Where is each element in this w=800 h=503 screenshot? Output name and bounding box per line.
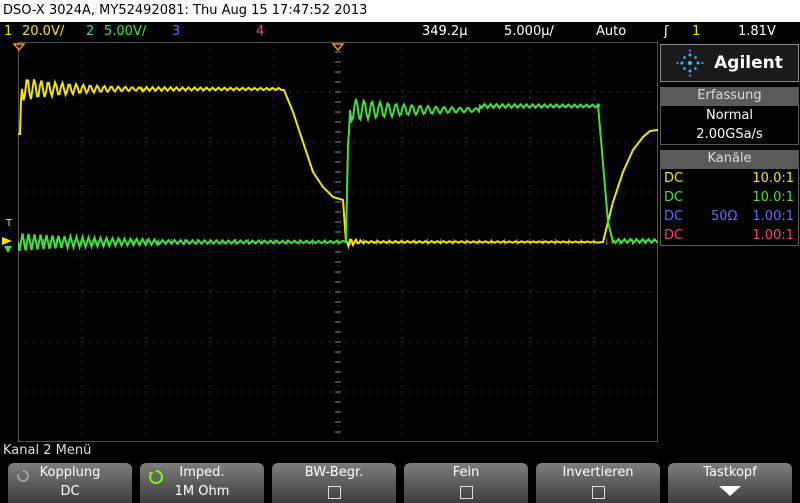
- softkey-label: Fein: [452, 465, 480, 480]
- brand-name: Agilent: [714, 53, 783, 73]
- brand-logo: Agilent: [660, 44, 799, 82]
- window-title: DSO-X 3024A, MY52492081: Thu Aug 15 17:4…: [0, 0, 800, 22]
- acquisition-panel: Normal 2.00GSa/s: [660, 105, 799, 145]
- channel-coupling: DC: [664, 228, 684, 243]
- status-bar: 1 20.0V/ 2 5.00V/ 3 4 349.2µ 5.000µ/ Aut…: [0, 22, 800, 42]
- ch4-number[interactable]: 4: [256, 22, 264, 42]
- sample-rate: 2.00GSa/s: [696, 127, 763, 142]
- ch2-number[interactable]: 2: [86, 22, 94, 42]
- softkey-label: Invertieren: [562, 465, 634, 480]
- ch2-ground-marker-icon: [4, 246, 12, 253]
- channels-header: Kanäle: [660, 150, 799, 168]
- acquisition-header: Erfassung: [660, 87, 799, 105]
- fine-softkey[interactable]: Fein: [404, 463, 528, 503]
- ch1-number[interactable]: 1: [4, 22, 12, 42]
- channel-probe: 1.00:1: [752, 228, 794, 243]
- menu-title: Kanal 2 Menü: [3, 443, 92, 458]
- softkey-label: Tastkopf: [703, 465, 757, 480]
- ch3-number[interactable]: 3: [172, 22, 180, 42]
- channel-row-1: DC 10.0:1: [661, 169, 798, 188]
- channel-row-4: DC 1.00:1: [661, 226, 798, 245]
- softkey-bar: Kopplung DC Imped. 1M Ohm BW-Begr. Fein …: [0, 461, 800, 503]
- knob-rotate-icon: [17, 470, 29, 482]
- channels-panel: DC 10.0:1 DC 10.0:1 DC 50Ω 1.00:1 DC 1.0…: [660, 168, 799, 246]
- impedance-softkey[interactable]: Imped. 1M Ohm: [140, 463, 264, 503]
- trigger-level-marker-icon: T: [5, 218, 13, 229]
- trigger-level[interactable]: 1.81V: [738, 22, 776, 42]
- channel-row-2: DC 10.0:1: [661, 188, 798, 207]
- probe-softkey[interactable]: Tastkopf: [668, 463, 792, 503]
- bandwidth-limit-softkey[interactable]: BW-Begr.: [272, 463, 396, 503]
- invert-checkbox[interactable]: [591, 486, 605, 499]
- ch1-scale[interactable]: 20.0V/: [22, 22, 64, 42]
- agilent-spark-icon: [676, 49, 704, 77]
- channel-coupling: DC: [664, 190, 684, 205]
- channel-row-3: DC 50Ω 1.00:1: [661, 207, 798, 226]
- channel-coupling: DC: [664, 209, 684, 224]
- softkey-value: 1M Ohm: [174, 484, 230, 499]
- softkey-label: BW-Begr.: [304, 465, 364, 480]
- invert-softkey[interactable]: Invertieren: [536, 463, 660, 503]
- trigger-edge-icon: ʃ: [664, 24, 669, 39]
- trigger-source[interactable]: 1: [692, 22, 700, 42]
- ch2-scale[interactable]: 5.00V/: [104, 22, 146, 42]
- time-delay[interactable]: 349.2µ: [422, 22, 468, 42]
- channel-probe: 1.00:1: [752, 209, 794, 224]
- time-scale[interactable]: 5.000µ/: [504, 22, 554, 42]
- coupling-softkey[interactable]: Kopplung DC: [8, 463, 132, 503]
- bandwidth-limit-checkbox[interactable]: [327, 486, 341, 499]
- acquisition-mode: Normal: [705, 108, 754, 123]
- trigger-position-marker-icon: [331, 43, 345, 52]
- channel-probe: 10.0:1: [752, 171, 794, 186]
- softkey-value: DC: [60, 484, 80, 499]
- info-sidebar: Agilent Erfassung Normal 2.00GSa/s Kanäl…: [660, 44, 799, 270]
- knob-rotate-icon: [149, 469, 164, 484]
- trigger-mode[interactable]: Auto: [596, 22, 626, 42]
- channel-impedance: 50Ω: [711, 209, 738, 224]
- fine-checkbox[interactable]: [459, 486, 473, 499]
- channel-coupling: DC: [664, 171, 684, 186]
- ch1-ground-marker-icon: [2, 237, 12, 245]
- delay-marker-icon: [12, 43, 26, 52]
- submenu-arrow-icon: [719, 486, 741, 496]
- channel-probe: 10.0:1: [752, 190, 794, 205]
